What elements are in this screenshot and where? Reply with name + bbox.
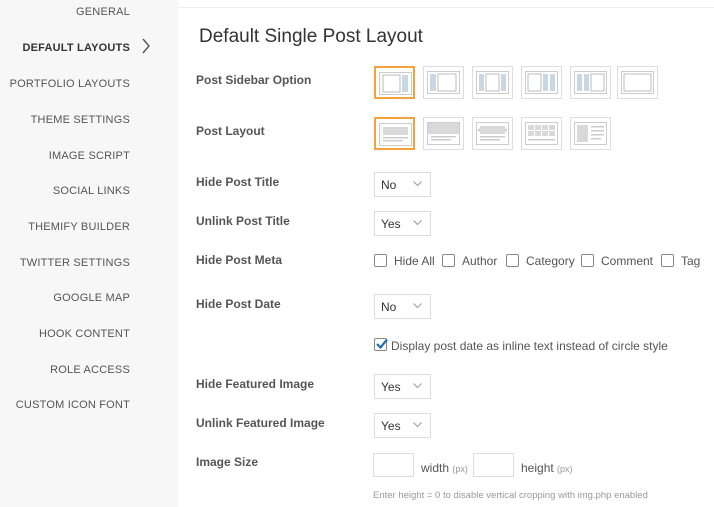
hide-all-label: Hide All — [394, 254, 435, 268]
sidebar-left-layout-icon — [427, 71, 460, 94]
sidebar-both-right-layout-icon — [525, 71, 558, 94]
sidebar-item-custom-icon-font[interactable]: CUSTOM ICON FONT — [16, 399, 130, 411]
tag-label: Tag — [681, 254, 701, 268]
sidebar-item-general[interactable]: GENERAL — [76, 6, 130, 18]
chevron-down-icon — [413, 303, 422, 309]
author-label: Author — [462, 254, 498, 268]
hide-featured-image-select[interactable]: Yes — [374, 374, 431, 399]
sidebar-item-default-layouts[interactable]: DEFAULT LAYOUTS — [22, 42, 130, 54]
sidebar-item-portfolio-layouts[interactable]: PORTFOLIO LAYOUTS — [10, 78, 130, 90]
height-text: height — [521, 461, 554, 475]
sidebar-item-hook-content[interactable]: HOOK CONTENT — [39, 328, 130, 340]
height-label: height (px) — [521, 461, 573, 475]
post-layout-classic-icon — [379, 123, 412, 146]
post-layout-split-option[interactable] — [570, 117, 611, 150]
height-unit: (px) — [557, 464, 573, 474]
hide-post-title-label: Hide Post Title — [196, 175, 280, 189]
comment-label: Comment — [601, 254, 654, 268]
unlink-featured-image-select[interactable]: Yes — [374, 413, 431, 438]
unlink-featured-image-label: Unlink Featured Image — [196, 416, 325, 430]
hide-all-checkbox[interactable] — [374, 254, 387, 267]
hide-featured-image-value: Yes — [381, 380, 401, 394]
hide-post-date-value: No — [381, 300, 397, 314]
chevron-down-icon — [413, 181, 422, 187]
sidebar-item-themify-builder[interactable]: THEMIFY BUILDER — [28, 221, 130, 233]
image-width-input[interactable] — [373, 453, 414, 477]
sidebar-item-twitter-settings[interactable]: TWITTER SETTINGS — [20, 257, 130, 269]
sidebar-both-left-option[interactable] — [570, 66, 611, 99]
sidebar-item-google-map[interactable]: GOOGLE MAP — [53, 292, 130, 304]
settings-sidebar: GENERAL DEFAULT LAYOUTS PORTFOLIO LAYOUT… — [0, 0, 178, 507]
comment-checkbox[interactable] — [581, 254, 594, 267]
hide-post-meta-label: Hide Post Meta — [196, 253, 283, 267]
image-height-input[interactable] — [473, 453, 514, 477]
page-title: Default Single Post Layout — [199, 26, 423, 47]
sidebar-both-sides-layout-icon — [476, 71, 509, 94]
sidebar-both-sides-option[interactable] — [472, 66, 513, 99]
sidebar-right-option[interactable] — [374, 66, 415, 99]
no-sidebar-option[interactable] — [617, 66, 658, 99]
sidebar-left-option[interactable] — [423, 66, 464, 99]
post-layout-fullwidth-option[interactable] — [423, 117, 464, 150]
category-label: Category — [526, 254, 575, 268]
chevron-down-icon — [413, 220, 422, 226]
hide-post-date-label: Hide Post Date — [196, 297, 281, 311]
sidebar-item-role-access[interactable]: ROLE ACCESS — [50, 364, 130, 376]
settings-panel: Default Single Post Layout Post Sidebar … — [178, 0, 714, 507]
width-label: width (px) — [421, 461, 468, 475]
hide-featured-image-label: Hide Featured Image — [196, 377, 315, 391]
hide-post-title-value: No — [381, 178, 397, 192]
chevron-down-icon — [413, 422, 422, 428]
inline-date-checkbox[interactable] — [374, 338, 388, 351]
post-layout-split-icon — [574, 122, 607, 145]
hide-post-title-select[interactable]: No — [374, 172, 431, 197]
tag-checkbox[interactable] — [661, 254, 674, 267]
post-layout-slider-option[interactable] — [472, 117, 513, 150]
post-layout-classic-option[interactable] — [374, 117, 415, 150]
sidebar-both-left-layout-icon — [574, 71, 607, 94]
category-checkbox[interactable] — [506, 254, 519, 267]
image-size-label: Image Size — [196, 455, 259, 469]
post-layout-slider-icon — [476, 122, 509, 145]
unlink-post-title-value: Yes — [381, 217, 401, 231]
no-sidebar-layout-icon — [621, 71, 654, 94]
unlink-post-title-select[interactable]: Yes — [374, 211, 431, 236]
post-layout-fullwidth-icon — [427, 122, 460, 145]
image-size-help-text: Enter height = 0 to disable vertical cro… — [373, 490, 648, 501]
inline-date-label: Display post date as inline text instead… — [391, 339, 668, 353]
sidebar-both-right-option[interactable] — [521, 66, 562, 99]
unlink-featured-image-value: Yes — [381, 419, 401, 433]
sidebar-item-image-script[interactable]: IMAGE SCRIPT — [49, 150, 130, 162]
checkmark-icon — [376, 338, 388, 350]
chevron-right-icon — [142, 38, 150, 54]
sidebar-item-social-links[interactable]: SOCIAL LINKS — [53, 185, 130, 197]
post-sidebar-option-label: Post Sidebar Option — [196, 73, 312, 87]
author-checkbox[interactable] — [442, 254, 455, 267]
sidebar-item-theme-settings[interactable]: THEME SETTINGS — [31, 114, 130, 126]
width-text: width — [421, 461, 450, 475]
hide-post-date-select[interactable]: No — [374, 294, 431, 319]
divider — [178, 7, 714, 8]
width-unit: (px) — [452, 464, 468, 474]
post-layout-gallery-option[interactable] — [521, 117, 562, 150]
unlink-post-title-label: Unlink Post Title — [196, 214, 290, 228]
post-layout-gallery-icon — [525, 122, 558, 145]
post-layout-label: Post Layout — [196, 124, 265, 138]
chevron-down-icon — [413, 383, 422, 389]
sidebar-right-layout-icon — [379, 72, 412, 95]
